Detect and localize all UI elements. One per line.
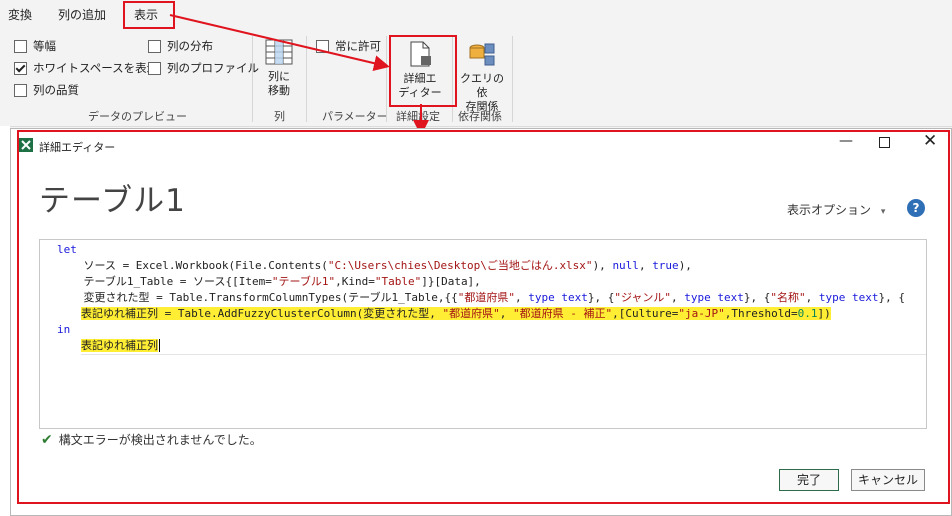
dialog-highlight: [17, 130, 950, 504]
left-strip: [0, 126, 10, 516]
annotation-arrows: [169, 14, 429, 136]
arrow-to-editor-button: [169, 14, 390, 72]
